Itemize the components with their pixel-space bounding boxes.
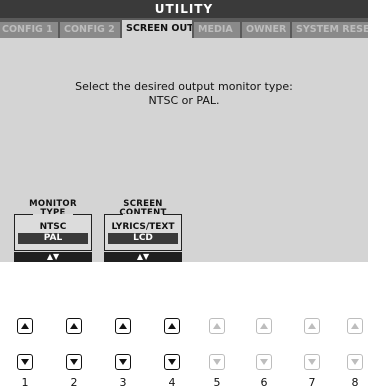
down-arrow-icon (260, 359, 268, 365)
down-arrow-icon (351, 359, 359, 365)
down-arrow-icon (70, 359, 78, 365)
button-1-up[interactable] (17, 318, 33, 334)
button-number-6: 6 (260, 376, 268, 389)
message-line-1: Select the desired output monitor type: (75, 80, 293, 93)
message-line-2: NTSC or PAL. (148, 94, 220, 107)
screen-content-param[interactable]: SCREEN CONTENT LYRICS/TEXT LCD ▲▼ (102, 200, 184, 262)
tab-media[interactable]: MEDIA (194, 22, 240, 38)
tab-config-2[interactable]: CONFIG 2 (60, 22, 120, 38)
button-2-down[interactable] (66, 354, 82, 370)
up-arrow-icon (168, 323, 176, 329)
button-number-8: 8 (351, 376, 359, 389)
up-arrow-icon (213, 323, 221, 329)
page-title: UTILITY (0, 0, 368, 18)
button-8-down[interactable] (347, 354, 363, 370)
screen-content-updown-icon[interactable]: ▲▼ (104, 252, 182, 262)
down-arrow-icon (168, 359, 176, 365)
tab-config-1[interactable]: CONFIG 1 (0, 22, 58, 38)
button-number-1: 1 (21, 376, 29, 389)
button-4-down[interactable] (164, 354, 180, 370)
monitor-type-option-ntsc[interactable]: NTSC (12, 222, 94, 232)
tab-screen-out[interactable]: SCREEN OUT (122, 20, 192, 38)
up-arrow-icon (21, 323, 29, 329)
button-5-down[interactable] (209, 354, 225, 370)
up-arrow-icon (260, 323, 268, 329)
down-arrow-icon (21, 359, 29, 365)
up-arrow-icon (351, 323, 359, 329)
button-7-down[interactable] (304, 354, 320, 370)
button-number-5: 5 (213, 376, 221, 389)
up-arrow-icon (70, 323, 78, 329)
monitor-type-param[interactable]: MONITOR TYPE NTSC PAL ▲▼ (12, 200, 94, 262)
button-4-up[interactable] (164, 318, 180, 334)
up-arrow-icon (308, 323, 316, 329)
down-arrow-icon (119, 359, 127, 365)
lcd-screen: UTILITY CONFIG 1 CONFIG 2 SCREEN OUT MED… (0, 0, 368, 262)
down-arrow-icon (213, 359, 221, 365)
tab-owner[interactable]: OWNER (242, 22, 290, 38)
button-3-down[interactable] (115, 354, 131, 370)
button-number-3: 3 (119, 376, 127, 389)
button-3-up[interactable] (115, 318, 131, 334)
button-6-down[interactable] (256, 354, 272, 370)
button-number-7: 7 (308, 376, 316, 389)
monitor-type-updown-icon[interactable]: ▲▼ (14, 252, 92, 262)
up-arrow-icon (119, 323, 127, 329)
tab-bar: CONFIG 1 CONFIG 2 SCREEN OUT MEDIA OWNER… (0, 18, 368, 38)
button-6-up[interactable] (256, 318, 272, 334)
button-5-up[interactable] (209, 318, 225, 334)
screen-content-option-lcd-selected[interactable]: LCD (108, 233, 178, 244)
button-number-2: 2 (70, 376, 78, 389)
instruction-message: Select the desired output monitor type: … (0, 80, 368, 108)
monitor-type-option-pal-selected[interactable]: PAL (18, 233, 88, 244)
button-7-up[interactable] (304, 318, 320, 334)
screen-content-option-lyrics[interactable]: LYRICS/TEXT (102, 222, 184, 232)
tab-system-reset[interactable]: SYSTEM RESET (292, 22, 368, 38)
button-1-down[interactable] (17, 354, 33, 370)
down-arrow-icon (308, 359, 316, 365)
button-number-4: 4 (168, 376, 176, 389)
button-2-up[interactable] (66, 318, 82, 334)
button-8-up[interactable] (347, 318, 363, 334)
